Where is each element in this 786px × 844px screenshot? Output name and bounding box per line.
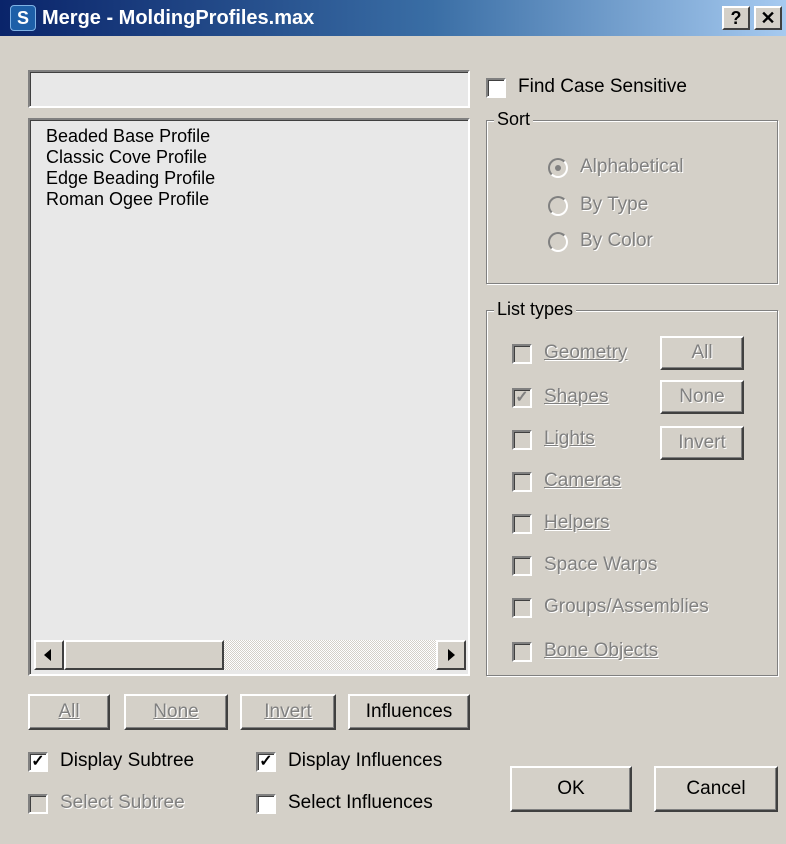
cancel-button[interactable]: Cancel [654,766,778,812]
sort-by-type-label: By Type [580,194,649,215]
list-type-geometry-checkbox[interactable] [512,344,532,364]
close-button[interactable]: ✕ [754,6,782,30]
object-list[interactable]: Beaded Base Profile Classic Cove Profile… [28,118,470,676]
select-influences-label: Select Influences [288,792,433,813]
list-type-shapes-label: Shapes [544,386,609,407]
display-subtree-checkbox[interactable]: ✓ [28,752,48,772]
list-type-helpers-checkbox[interactable] [512,514,532,534]
list-type-space-warps-checkbox[interactable] [512,556,532,576]
influences-button[interactable]: Influences [348,694,470,730]
horizontal-scrollbar[interactable] [34,640,466,670]
list-type-helpers-label: Helpers [544,512,610,533]
list-type-bone-objects-label: Bone Objects [544,640,659,661]
list-types-group-title: List types [494,299,577,319]
help-button[interactable]: ? [722,6,750,30]
list-types-none-button[interactable]: None [660,380,744,414]
select-none-button[interactable]: None [124,694,228,730]
select-subtree-checkbox[interactable] [28,794,48,814]
select-all-button[interactable]: All [28,694,110,730]
scroll-thumb[interactable] [64,640,224,670]
list-type-groups-checkbox[interactable] [512,598,532,618]
list-types-invert-button[interactable]: Invert [660,426,744,460]
list-type-geometry-label: Geometry [544,342,628,363]
find-case-sensitive-label: Find Case Sensitive [518,76,687,97]
sort-by-color-radio[interactable] [548,232,568,252]
list-item[interactable]: Beaded Base Profile [46,126,215,147]
radio-dot-icon [555,165,561,171]
find-case-sensitive-checkbox[interactable] [486,78,506,98]
list-type-cameras-label: Cameras [544,470,622,491]
title-bar[interactable]: S Merge - MoldingProfiles.max ? ✕ [0,0,786,36]
list-type-cameras-checkbox[interactable] [512,472,532,492]
list-type-lights-checkbox[interactable] [512,430,532,450]
display-influences-checkbox[interactable]: ✓ [256,752,276,772]
list-type-space-warps-label: Space Warps [544,554,658,575]
list-type-groups-label: Groups/Assemblies [544,596,709,617]
sort-group-title: Sort [494,109,534,129]
sort-by-type-radio[interactable] [548,196,568,216]
search-input[interactable] [28,70,470,108]
list-item[interactable]: Edge Beading Profile [46,168,215,189]
list-types-all-button[interactable]: All [660,336,744,370]
sort-by-color-label: By Color [580,230,653,251]
list-type-lights-label: Lights [544,428,595,449]
select-none-label: None [153,701,199,722]
ok-button[interactable]: OK [510,766,632,812]
select-invert-button[interactable]: Invert [240,694,336,730]
sort-alphabetical-label: Alphabetical [580,156,684,177]
list-type-shapes-checkbox[interactable]: ✓ [512,388,532,408]
select-subtree-label: Select Subtree [60,792,185,813]
arrow-right-icon [448,649,455,661]
window-title: Merge - MoldingProfiles.max [42,7,315,29]
scroll-left-button[interactable] [34,640,64,670]
list-type-bone-objects-checkbox[interactable] [512,642,532,662]
influences-label: Influences [365,701,453,722]
sort-alphabetical-radio[interactable] [548,158,568,178]
app-icon[interactable]: S [10,5,36,31]
select-influences-checkbox[interactable] [256,794,276,814]
arrow-left-icon [44,649,51,661]
select-all-label: All [58,701,80,722]
display-subtree-label: Display Subtree [60,750,195,771]
list-item[interactable]: Classic Cove Profile [46,147,215,168]
display-influences-label: Display Influences [288,750,443,771]
scroll-right-button[interactable] [436,640,466,670]
list-item[interactable]: Roman Ogee Profile [46,189,215,210]
select-invert-label: Invert [264,701,312,722]
